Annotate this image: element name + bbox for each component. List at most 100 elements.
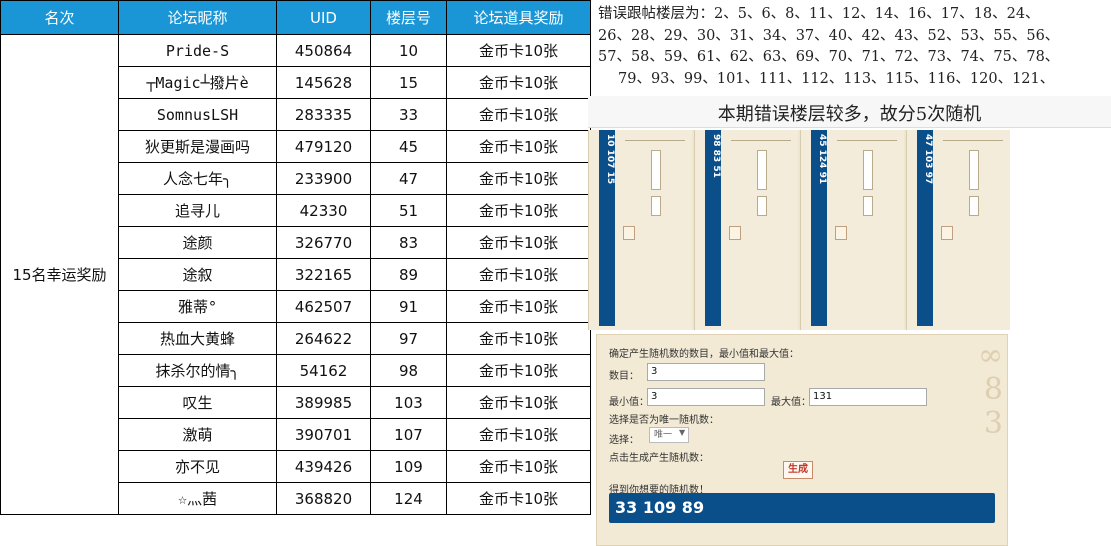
generate-button[interactable]: 生成 xyxy=(783,461,813,479)
nickname-cell: 热血大黄蜂 xyxy=(118,322,277,355)
random-note: 本期错误楼层较多，故分5次随机 xyxy=(717,104,982,125)
draw-thumbnail-3: 45 124 91 xyxy=(800,130,904,330)
draw-result-bar: 45 124 91 xyxy=(811,130,827,326)
uid-cell: 389985 xyxy=(276,386,371,419)
select-label: 选择： xyxy=(609,435,639,446)
uid-cell: 326770 xyxy=(276,226,371,259)
uid-cell: 283335 xyxy=(276,98,371,131)
reward-cell: 金币卡10张 xyxy=(446,450,591,483)
floor-cell: 45 xyxy=(370,130,447,163)
floor-cell: 33 xyxy=(370,98,447,131)
nickname-cell: Pride-S xyxy=(118,34,277,67)
draw-result-numbers: 47 103 97 xyxy=(923,134,933,185)
error-floors-line-1: 错误跟帖楼层为：2、5、6、8、11、12、14、16、17、18、24、 xyxy=(598,6,1040,22)
count-input[interactable]: 3 xyxy=(647,363,765,381)
reward-cell: 金币卡10张 xyxy=(446,418,591,451)
header-nickname: 论坛昵称 xyxy=(118,0,277,35)
floor-cell: 10 xyxy=(370,34,447,67)
nickname-cell: ┬Magic┴撥片è xyxy=(118,66,277,99)
unique-select-value: 唯一 xyxy=(654,430,673,440)
draw-thumbnail-4: 47 103 97 xyxy=(906,130,1010,330)
uid-cell: 264622 xyxy=(276,322,371,355)
count-label: 数目： xyxy=(609,371,639,382)
generator-prompt: 确定产生随机数的数目，最小值和最大值： xyxy=(609,349,799,360)
floor-cell: 91 xyxy=(370,290,447,323)
table-header-row: 名次 论坛昵称 UID 楼层号 论坛道具奖励 xyxy=(0,0,591,35)
uid-cell: 233900 xyxy=(276,162,371,195)
reward-cell: 金币卡10张 xyxy=(446,130,591,163)
uid-cell: 322165 xyxy=(276,258,371,291)
floor-cell: 98 xyxy=(370,354,447,387)
draw-thumbnail-1: 10 107 15 xyxy=(588,130,692,330)
draw-result-bar: 98 83 51 xyxy=(705,130,721,326)
floor-cell: 15 xyxy=(370,66,447,99)
nickname-cell: 抹杀尔的情╮ xyxy=(118,354,277,387)
draw-result-numbers: 10 107 15 xyxy=(605,134,615,185)
reward-cell: 金币卡10张 xyxy=(446,34,591,67)
reward-cell: 金币卡10张 xyxy=(446,194,591,227)
nickname-cell: ☆灬茜 xyxy=(118,482,277,515)
thumbnail-generate-button xyxy=(623,226,635,240)
nickname-cell: 狄更斯是漫画吗 xyxy=(118,130,277,163)
draw-result-numbers: 45 124 91 xyxy=(817,134,827,185)
floor-cell: 97 xyxy=(370,322,447,355)
unique-label: 选择是否为唯一随机数： xyxy=(609,415,719,426)
reward-cell: 金币卡10张 xyxy=(446,98,591,131)
error-floors-line-3: 57、58、59、61、62、63、69、70、71、72、73、74、75、7… xyxy=(598,49,1060,65)
header-uid: UID xyxy=(276,0,371,35)
click-label: 点击生成产生随机数： xyxy=(609,453,709,464)
reward-cell: 金币卡10张 xyxy=(446,226,591,259)
reward-cell: 金币卡10张 xyxy=(446,66,591,99)
nickname-cell: 雅蒂° xyxy=(118,290,277,323)
reward-cell: 金币卡10张 xyxy=(446,258,591,291)
nickname-cell: 亦不见 xyxy=(118,450,277,483)
reward-cell: 金币卡10张 xyxy=(446,322,591,355)
thumbnail-generate-button xyxy=(941,226,953,240)
reward-cell: 金币卡10张 xyxy=(446,162,591,195)
table-body: 15名幸运奖励 Pride-S 450864 10 金币卡10张 ┬Magic┴撥片è 14… xyxy=(0,34,591,515)
nickname-cell: 激萌 xyxy=(118,418,277,451)
header-floor: 楼层号 xyxy=(370,0,447,35)
draw-thumbnail-2: 98 83 51 xyxy=(694,130,798,330)
floor-cell: 103 xyxy=(370,386,447,419)
error-floors-line-2: 26、28、29、30、31、34、37、40、42、43、52、53、55、5… xyxy=(598,27,1060,44)
table-row: 15名幸运奖励 Pride-S 450864 10 金币卡10张 xyxy=(0,34,591,515)
nickname-cell: 途颜 xyxy=(118,226,277,259)
max-input[interactable]: 131 xyxy=(809,388,927,406)
min-label: 最小值： xyxy=(609,397,649,408)
error-floors-text: 错误跟帖楼层为：2、5、6、8、11、12、14、16、17、18、24、 26… xyxy=(598,4,1110,90)
uid-cell: 390701 xyxy=(276,418,371,451)
blank-area xyxy=(1008,330,1111,546)
uid-cell: 439426 xyxy=(276,450,371,483)
max-label: 最大值： xyxy=(771,397,811,408)
reward-cell: 金币卡10张 xyxy=(446,354,591,387)
previous-draws-strip: 10 107 15 98 83 51 45 124 91 47 103 97 xyxy=(588,130,1010,330)
floor-cell: 124 xyxy=(370,482,447,515)
error-floors-line-4: 79、93、99、101、111、112、113、115、116、120、121… xyxy=(618,70,1055,87)
floor-cell: 89 xyxy=(370,258,447,291)
floor-cell: 107 xyxy=(370,418,447,451)
uid-cell: 54162 xyxy=(276,354,371,387)
nickname-cell: 途叙 xyxy=(118,258,277,291)
floor-cell: 47 xyxy=(370,162,447,195)
uid-cell: 368820 xyxy=(276,482,371,515)
nickname-cell: 叹生 xyxy=(118,386,277,419)
floor-cell: 51 xyxy=(370,194,447,227)
nickname-cell: 追寻儿 xyxy=(118,194,277,227)
draw-result-numbers: 98 83 51 xyxy=(711,134,721,178)
nickname-cell: 人念七年╮ xyxy=(118,162,277,195)
uid-cell: 462507 xyxy=(276,290,371,323)
draw-result-bar: 10 107 15 xyxy=(599,130,615,326)
min-input[interactable]: 3 xyxy=(647,388,765,406)
rank-cell: 15名幸运奖励 xyxy=(0,34,119,515)
uid-cell: 145628 xyxy=(276,66,371,99)
reward-cell: 金币卡10张 xyxy=(446,482,591,515)
uid-cell: 479120 xyxy=(276,130,371,163)
header-reward: 论坛道具奖励 xyxy=(446,0,591,35)
floor-cell: 83 xyxy=(370,226,447,259)
thumbnail-generate-button xyxy=(835,226,847,240)
random-number-generator: ∞ 8 3 确定产生随机数的数目，最小值和最大值： 数目： 3 最小值： 3 最大值… xyxy=(596,334,1008,546)
nickname-cell: SomnusLSH xyxy=(118,98,277,131)
result-display: 33 109 89 xyxy=(609,493,995,523)
chevron-down-icon[interactable]: ▼ xyxy=(679,428,685,437)
